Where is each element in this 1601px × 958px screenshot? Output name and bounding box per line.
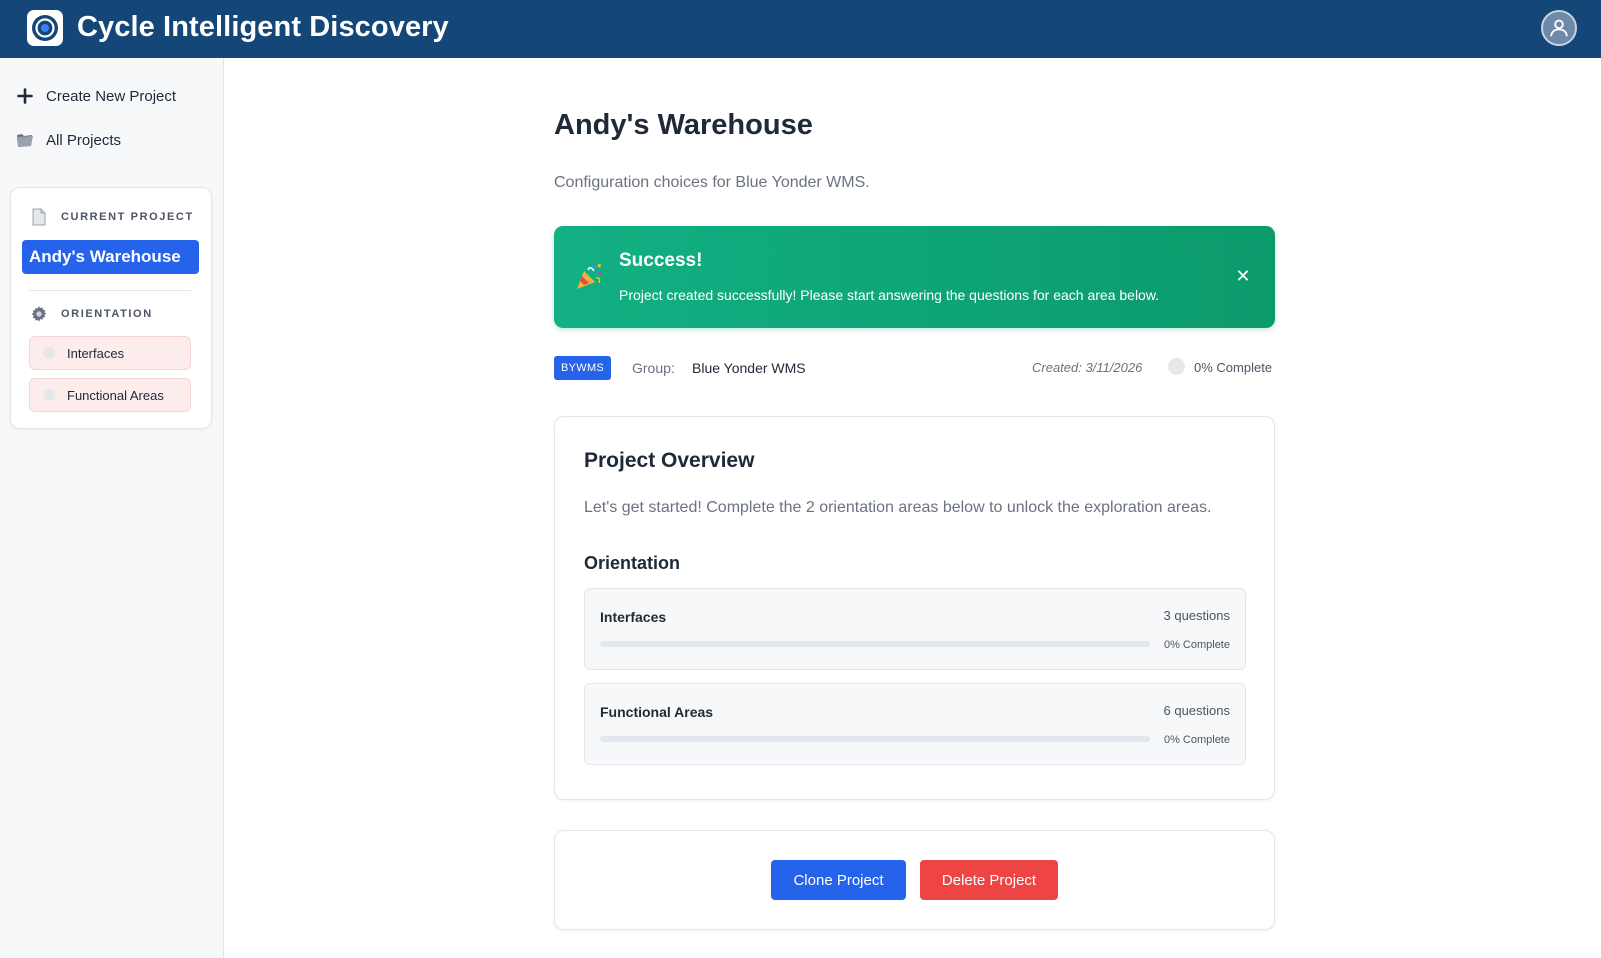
all-projects-link[interactable]: All Projects xyxy=(14,129,121,151)
target-logo-icon[interactable] xyxy=(27,10,63,46)
divider xyxy=(29,290,191,291)
created-date: Created: 3/11/2026 xyxy=(1032,360,1143,375)
group-label: Group: xyxy=(632,360,675,376)
project-meta: BYWMS Group: Blue Yonder WMS Created: 3/… xyxy=(554,355,1275,381)
create-new-project-link[interactable]: Create New Project xyxy=(14,85,176,107)
current-project-heading-text: CURRENT PROJECT xyxy=(61,211,194,223)
progress-bar xyxy=(600,736,1150,742)
sidebar-item-label: Functional Areas xyxy=(67,387,164,403)
area-percent: 0% Complete xyxy=(1163,734,1230,746)
app-title: Cycle Intelligent Discovery xyxy=(77,11,449,43)
clone-project-button[interactable]: Clone Project xyxy=(771,860,906,900)
party-popper-icon xyxy=(574,262,604,292)
sidebar: Create New Project All Projects CURRENT … xyxy=(0,58,224,958)
create-new-project-label: Create New Project xyxy=(46,87,177,105)
progress-indicator xyxy=(1168,358,1185,375)
current-project-card: CURRENT PROJECT Andy's Warehouse ORIENTA… xyxy=(10,187,212,429)
user-icon[interactable] xyxy=(1541,10,1577,46)
document-icon xyxy=(29,207,49,227)
area-question-count: 3 questions xyxy=(1163,608,1231,623)
close-icon[interactable]: ✕ xyxy=(1232,265,1254,287)
page-title: Andy's Warehouse xyxy=(554,109,813,141)
alert-title: Success! xyxy=(619,250,703,271)
area-name: Functional Areas xyxy=(600,704,714,720)
status-dot xyxy=(43,389,55,401)
page-subtitle: Configuration choices for Blue Yonder WM… xyxy=(554,174,870,191)
area-card-interfaces[interactable]: Interfaces 3 questions 0% Complete xyxy=(584,588,1246,670)
group-value: Blue Yonder WMS xyxy=(692,360,806,376)
gear-icon xyxy=(29,304,49,324)
orientation-heading-text: ORIENTATION xyxy=(61,308,153,320)
sidebar-item-interfaces[interactable]: Interfaces xyxy=(29,336,191,370)
delete-project-button[interactable]: Delete Project xyxy=(920,860,1058,900)
alert-message: Project created successfully! Please sta… xyxy=(619,287,1160,303)
project-actions-card: Clone Project Delete Project xyxy=(554,830,1275,930)
overview-description: Let's get started! Complete the 2 orient… xyxy=(584,499,1212,516)
sidebar-item-label: Interfaces xyxy=(67,345,125,361)
project-overview-card: Project Overview Let's get started! Comp… xyxy=(554,416,1275,800)
current-project-name[interactable]: Andy's Warehouse xyxy=(22,240,199,274)
plus-icon xyxy=(14,85,36,107)
orientation-title: Orientation xyxy=(584,553,681,573)
orientation-heading: ORIENTATION xyxy=(29,304,153,324)
sidebar-item-functional-areas[interactable]: Functional Areas xyxy=(29,378,191,412)
progress-bar xyxy=(600,641,1150,647)
all-projects-label: All Projects xyxy=(46,131,122,149)
top-bar: Cycle Intelligent Discovery xyxy=(0,0,1601,58)
area-card-functional-areas[interactable]: Functional Areas 6 questions 0% Complete xyxy=(584,683,1246,765)
success-alert: Success! Project created successfully! P… xyxy=(554,226,1275,328)
current-project-heading: CURRENT PROJECT xyxy=(29,207,194,227)
area-percent: 0% Complete xyxy=(1163,639,1230,651)
progress-text: 0% Complete xyxy=(1194,360,1273,375)
folder-icon xyxy=(14,129,36,151)
area-name: Interfaces xyxy=(600,609,667,625)
project-code-badge: BYWMS xyxy=(554,356,612,380)
area-question-count: 6 questions xyxy=(1163,703,1231,718)
status-dot xyxy=(43,347,55,359)
overview-title: Project Overview xyxy=(584,449,755,472)
